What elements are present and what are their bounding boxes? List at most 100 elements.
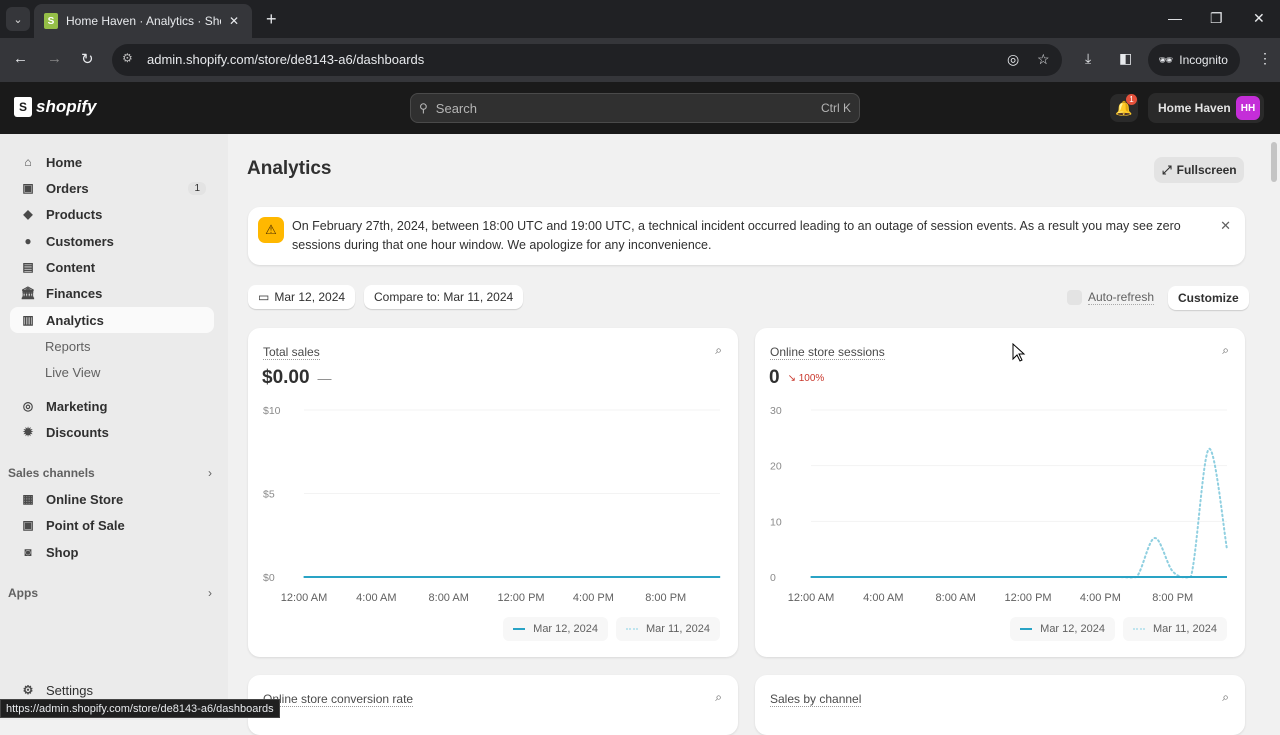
back-icon[interactable]: ← — [13, 50, 28, 67]
sidebar-item-content[interactable]: ▤ Content — [10, 254, 214, 280]
search-shortcut: Ctrl K — [821, 101, 851, 115]
sales-channels-header[interactable]: Sales channels › — [8, 466, 212, 480]
content-icon: ▤ — [22, 260, 34, 274]
x-tick-label: 12:00 PM — [1004, 592, 1051, 604]
sidebar-item-finances[interactable]: 🏛 Finances — [10, 280, 214, 306]
pos-icon: ▣ — [22, 518, 34, 532]
legend-label: Mar 11, 2024 — [1152, 623, 1217, 635]
conversion-rate-card: Online store conversion rate ⌕ — [248, 675, 738, 735]
tag-icon: ◆ — [23, 207, 33, 221]
scrollbar-thumb[interactable] — [1271, 142, 1277, 182]
sidebar-item-orders[interactable]: ▣ Orders 1 — [10, 175, 214, 201]
download-icon[interactable]: ⤓ — [1085, 50, 1091, 67]
date-label: Mar 12, 2024 — [274, 290, 346, 304]
sidebar-item-customers[interactable]: ● Customers — [10, 228, 214, 254]
online-store-sessions-card: Online store sessions ⌕ 0 ↘ 100% 30 20 10 0 1… — [755, 328, 1245, 657]
section-label: Sales channels — [8, 466, 95, 480]
store-menu-button[interactable]: Home Haven HH — [1148, 93, 1264, 123]
page-scrollbar[interactable] — [1268, 134, 1280, 720]
sidebar-item-label: Live View — [45, 364, 101, 380]
chevron-right-icon: › — [208, 586, 212, 600]
legend-item-compare[interactable]: Mar 11, 2024 — [1122, 617, 1227, 641]
explore-icon[interactable]: ⌕ — [715, 690, 722, 705]
legend-label: Mar 12, 2024 — [1040, 623, 1105, 635]
chart-legend: Mar 12, 2024 Mar 11, 2024 — [1010, 617, 1227, 641]
discount-icon: ✹ — [22, 425, 34, 439]
compare-picker-button[interactable]: Compare to: Mar 11, 2024 — [364, 285, 524, 309]
legend-item-current[interactable]: Mar 12, 2024 — [1010, 617, 1115, 641]
auto-refresh-checkbox[interactable] — [1067, 290, 1082, 305]
card-title[interactable]: Sales by channel — [770, 692, 862, 707]
site-info-icon[interactable]: ⚙ — [122, 51, 133, 65]
sidebar-item-shop[interactable]: ◙ Shop — [10, 539, 214, 565]
x-tick-label: 4:00 PM — [1080, 592, 1121, 604]
x-tick-label: 4:00 AM — [863, 592, 903, 604]
sidebar-item-home[interactable]: ⌂ Home — [10, 149, 214, 175]
apps-header[interactable]: Apps › — [8, 586, 212, 600]
tab-search-button[interactable]: ⌄ — [6, 7, 30, 31]
browser-tab[interactable]: S Home Haven · Analytics · Shopify ✕ — [34, 4, 252, 38]
fullscreen-button[interactable]: ⤢ Fullscreen — [1154, 157, 1244, 183]
sidebar-item-marketing[interactable]: ◎ Marketing — [10, 393, 214, 419]
page-title: Analytics — [247, 158, 332, 179]
close-window-icon[interactable]: ✕ — [1253, 10, 1265, 27]
shopify-bag-icon: S — [14, 97, 32, 117]
bookmark-star-icon[interactable]: ☆ — [1037, 51, 1050, 68]
sidebar-item-discounts[interactable]: ✹ Discounts — [10, 419, 214, 445]
incognito-label: Incognito — [1179, 53, 1228, 67]
shopify-logo[interactable]: S shopify — [14, 97, 96, 117]
search-input[interactable]: ⚲ Search Ctrl K — [410, 93, 860, 123]
sidebar-item-label: Finances — [46, 285, 103, 301]
new-tab-button[interactable]: + — [266, 9, 277, 30]
dismiss-banner-icon[interactable]: ✕ — [1220, 218, 1231, 234]
admin-topbar: S shopify ⚲ Search Ctrl K 🔔 1 Home Haven… — [0, 82, 1280, 134]
chevron-right-icon: › — [208, 466, 212, 480]
shopify-favicon-icon: S — [44, 13, 58, 29]
notifications-button[interactable]: 🔔 1 — [1110, 94, 1138, 122]
incident-banner: ⚠ On February 27th, 2024, between 18:00 … — [248, 207, 1245, 265]
restore-icon[interactable]: ❐ — [1210, 10, 1223, 27]
sidebar: ⌂ Home ▣ Orders 1 ◆ Products ● Customers ▤ Con… — [0, 134, 228, 720]
target-icon: ◎ — [22, 399, 34, 413]
logo-text: shopify — [36, 97, 97, 116]
sidebar-item-online-store[interactable]: ▦ Online Store — [10, 486, 214, 512]
x-tick-label: 4:00 AM — [356, 592, 396, 604]
browser-menu-icon[interactable]: ⋮ — [1258, 50, 1272, 67]
y-tick-label: $5 — [263, 489, 275, 501]
eye-off-icon[interactable]: ◎ — [1007, 51, 1019, 68]
y-tick-label: 10 — [770, 516, 782, 528]
sidebar-item-analytics[interactable]: ▥ Analytics — [10, 307, 214, 333]
chart-legend: Mar 12, 2024 Mar 11, 2024 — [503, 617, 720, 641]
sidebar-item-label: Products — [46, 206, 103, 222]
sidebar-item-live-view[interactable]: Live View — [10, 359, 214, 385]
store-name: Home Haven — [1158, 101, 1231, 115]
sidebar-item-reports[interactable]: Reports — [10, 333, 214, 359]
person-icon: ● — [24, 234, 32, 248]
side-panel-icon[interactable]: ◧ — [1119, 50, 1132, 67]
legend-item-compare[interactable]: Mar 11, 2024 — [615, 617, 720, 641]
close-tab-icon[interactable]: ✕ — [229, 14, 239, 28]
incognito-indicator[interactable]: 🕶 Incognito — [1148, 44, 1240, 76]
legend-swatch-solid — [1020, 628, 1033, 630]
address-bar[interactable]: ⚙ admin.shopify.com/store/de8143-a6/dash… — [112, 44, 1062, 76]
auto-refresh-toggle[interactable]: Auto-refresh — [1067, 290, 1155, 305]
sidebar-item-label: Point of Sale — [46, 517, 125, 533]
mouse-cursor — [1012, 343, 1026, 362]
customize-button[interactable]: Customize — [1168, 286, 1249, 310]
card-title[interactable]: Online store conversion rate — [263, 692, 414, 707]
reload-icon[interactable]: ↻ — [81, 50, 94, 68]
y-tick-label: 20 — [770, 461, 782, 473]
sidebar-item-label: Reports — [45, 338, 91, 354]
date-picker-button[interactable]: ▭ Mar 12, 2024 — [248, 285, 356, 309]
sidebar-item-products[interactable]: ◆ Products — [10, 201, 214, 227]
minimize-icon[interactable]: — — [1168, 10, 1182, 26]
url-text[interactable]: admin.shopify.com/store/de8143-a6/dashbo… — [147, 52, 424, 67]
y-tick-label: $10 — [263, 405, 281, 417]
sidebar-item-label: Orders — [46, 180, 89, 196]
explore-icon[interactable]: ⌕ — [1222, 690, 1229, 705]
forward-icon[interactable]: → — [47, 50, 62, 67]
store-icon: ▦ — [22, 492, 34, 506]
online-store-sessions-chart: 30 20 10 0 12:00 AM 4:00 AM 8:00 AM 12:00 PM 4:0… — [770, 405, 1228, 604]
legend-item-current[interactable]: Mar 12, 2024 — [503, 617, 608, 641]
sidebar-item-point-of-sale[interactable]: ▣ Point of Sale — [10, 512, 214, 538]
